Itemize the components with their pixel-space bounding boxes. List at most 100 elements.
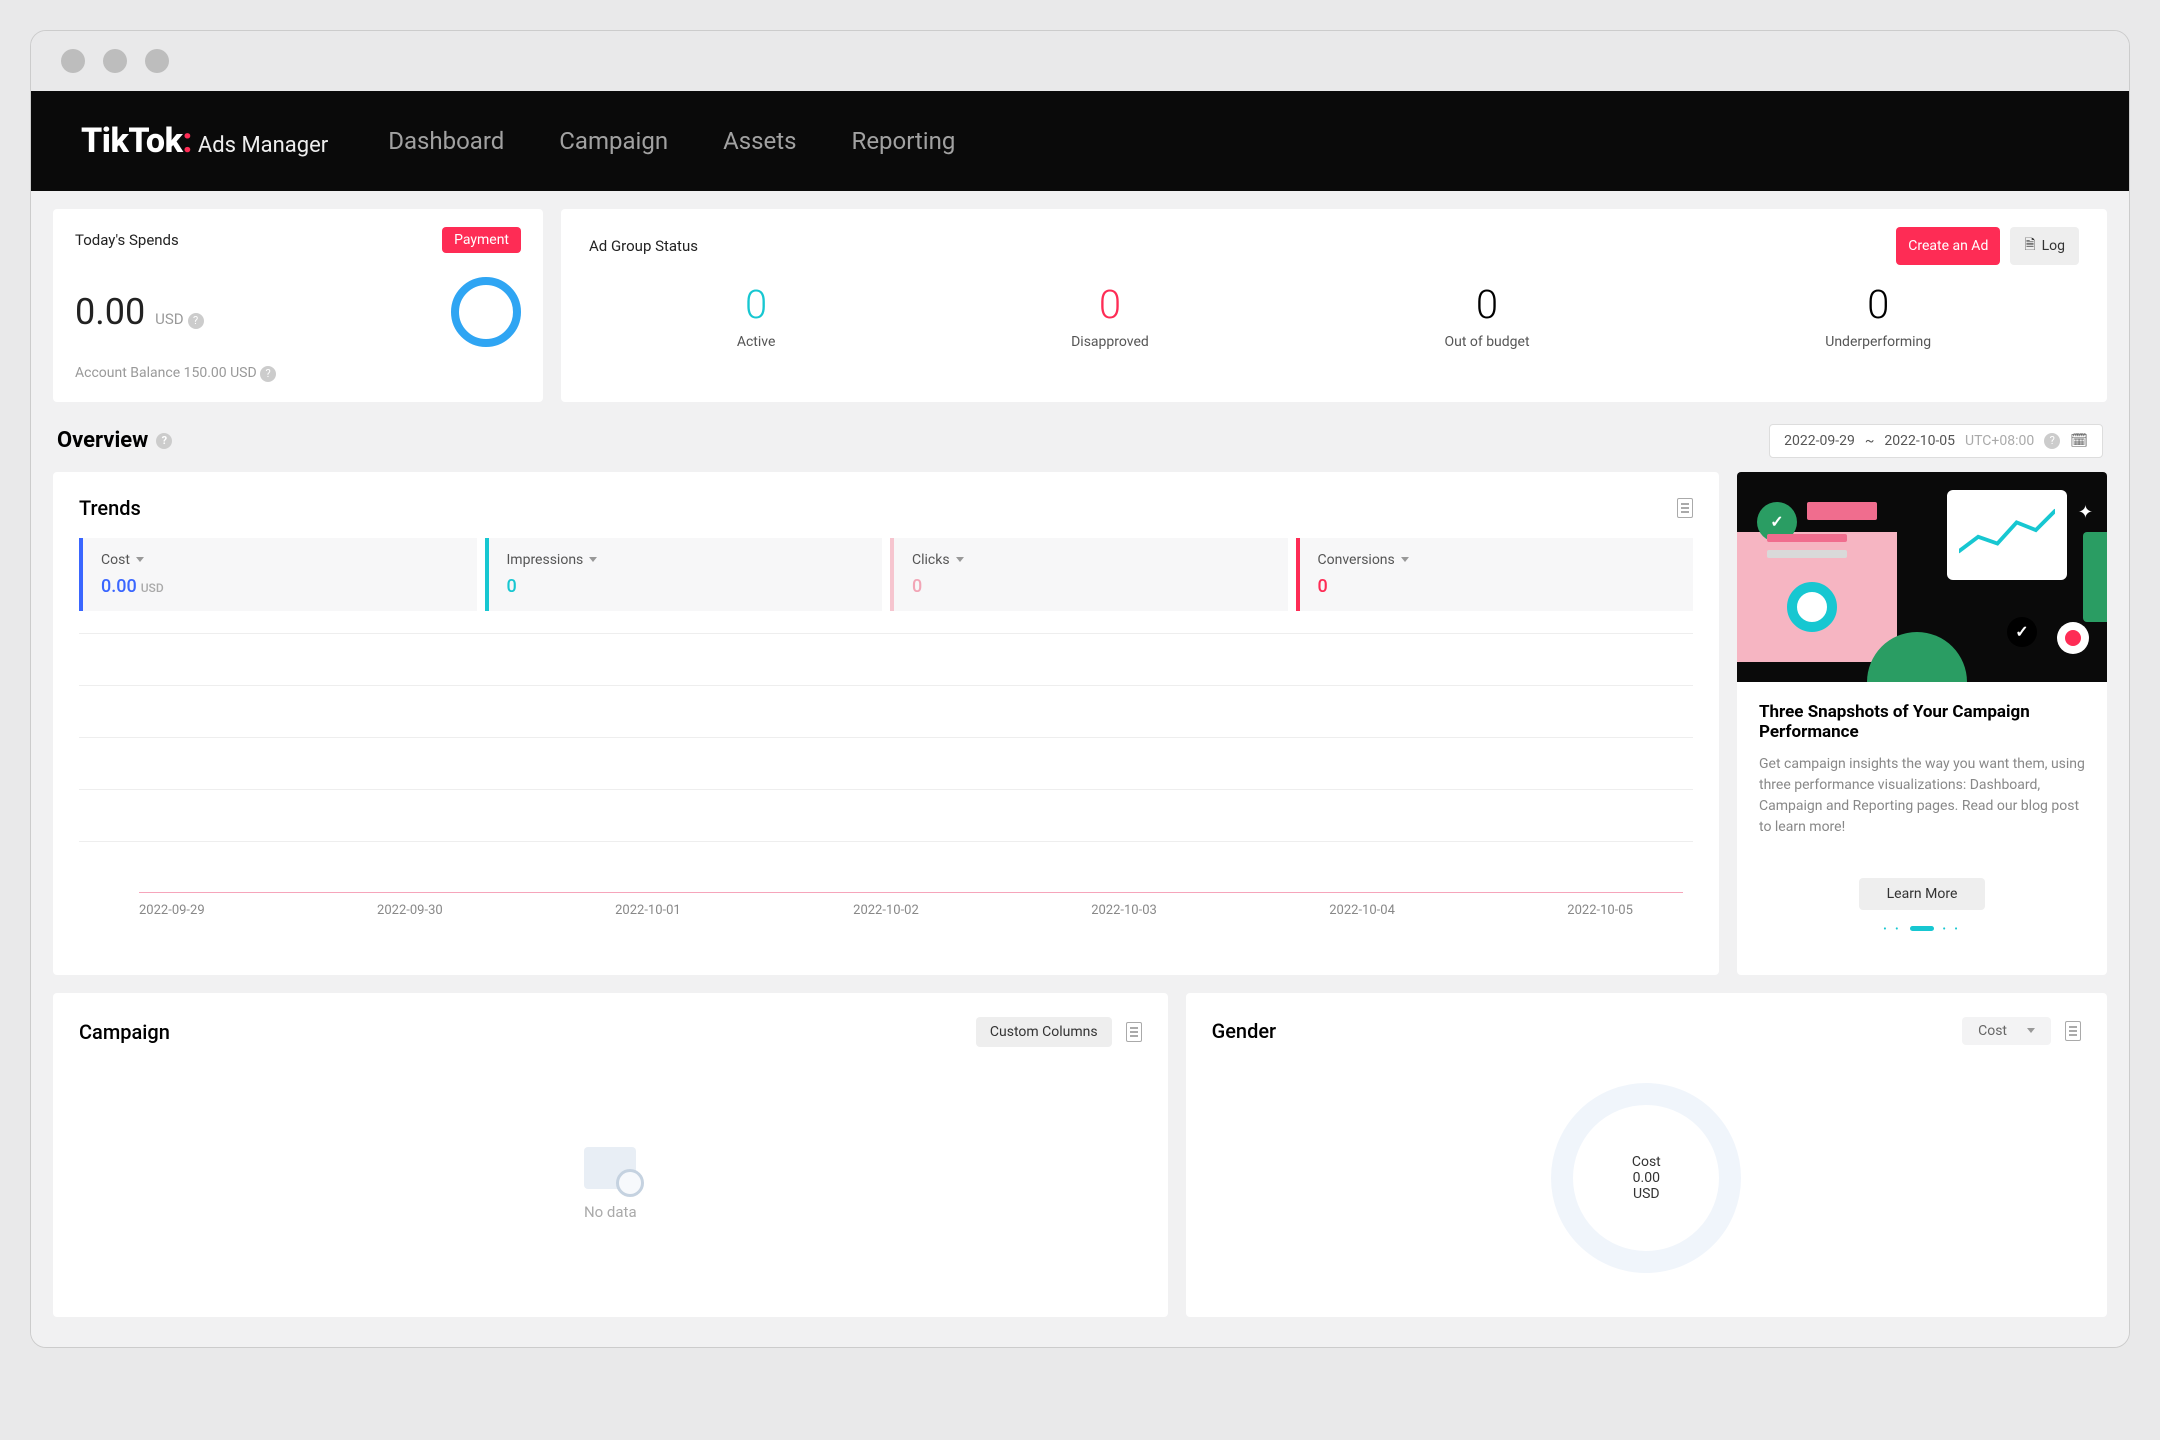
donut-label: Cost (1632, 1154, 1661, 1170)
tile-label: Conversions (1318, 552, 1395, 568)
tile-value: 0 (507, 576, 517, 597)
spend-card: Today's Spends Payment 0.00 USD ? Accoun… (53, 209, 543, 402)
overview-title: Overview ? (57, 428, 172, 453)
trends-card: Trends Cost 0.00USD Impressions 0 (53, 472, 1719, 975)
donut-value: 0.00 (1633, 1170, 1660, 1186)
trends-x-axis: 2022-09-29 2022-09-30 2022-10-01 2022-10… (79, 893, 1693, 918)
window-control-dot[interactable] (145, 49, 169, 73)
status-card: Ad Group Status Create an Ad 🗎Log 0 Acti… (561, 209, 2107, 402)
tile-value: 0 (1318, 576, 1328, 597)
chevron-down-icon (1401, 557, 1409, 562)
date-to: 2022-10-05 (1884, 433, 1955, 449)
metric-value: 0 (1071, 281, 1149, 328)
help-icon: ? (2044, 433, 2060, 449)
spend-title: Today's Spends (75, 231, 179, 249)
nodata-label: No data (79, 1203, 1142, 1221)
trends-chart (79, 633, 1693, 893)
tile-impressions[interactable]: Impressions 0 (485, 538, 883, 611)
date-from: 2022-09-29 (1784, 433, 1855, 449)
chevron-down-icon (136, 557, 144, 562)
spend-ring-chart (451, 277, 521, 347)
metric-underperforming[interactable]: 0 Underperforming (1825, 281, 1931, 350)
empty-search-icon (584, 1147, 636, 1189)
carousel-dots[interactable]: • • • • (1759, 924, 2085, 935)
status-title: Ad Group Status (589, 237, 698, 255)
gender-title: Gender (1212, 1019, 1277, 1043)
donut-currency: USD (1633, 1186, 1660, 1202)
learn-more-button[interactable]: Learn More (1859, 878, 1986, 910)
tile-label: Clicks (912, 552, 950, 568)
nav-items: Dashboard Campaign Assets Reporting (388, 127, 955, 155)
tile-value: 0.00 (101, 576, 137, 597)
metric-label: Active (737, 334, 776, 350)
promo-title: Three Snapshots of Your Campaign Perform… (1759, 702, 2085, 742)
gender-metric-dropdown[interactable]: Cost (1962, 1017, 2051, 1045)
window-control-dot[interactable] (61, 49, 85, 73)
promo-text: Get campaign insights the way you want t… (1759, 754, 2085, 838)
tile-conversions[interactable]: Conversions 0 (1296, 538, 1694, 611)
metric-label: Disapproved (1071, 334, 1149, 350)
window-control-dot[interactable] (103, 49, 127, 73)
x-tick: 2022-09-30 (377, 903, 443, 918)
export-icon[interactable] (2065, 1021, 2081, 1041)
metric-disapproved[interactable]: 0 Disapproved (1071, 281, 1149, 350)
chevron-down-icon (2027, 1028, 2035, 1033)
brand-sub: Ads Manager (198, 133, 328, 158)
export-icon[interactable] (1126, 1022, 1142, 1042)
metric-active[interactable]: 0 Active (737, 281, 776, 350)
campaign-title: Campaign (79, 1020, 170, 1044)
brand-name: TikTok: (81, 121, 192, 161)
calendar-icon: 🗓 (2070, 433, 2088, 449)
x-tick: 2022-10-02 (853, 903, 919, 918)
nav-campaign[interactable]: Campaign (559, 127, 668, 155)
promo-card: ✓ ✦ ✓ Thre (1737, 472, 2107, 975)
metric-value: 0 (1825, 281, 1931, 328)
tile-value: 0 (912, 576, 922, 597)
nav-assets[interactable]: Assets (723, 127, 796, 155)
nav-reporting[interactable]: Reporting (852, 127, 956, 155)
spend-currency: USD (155, 310, 183, 328)
spend-amount-wrap: 0.00 USD ? (75, 291, 204, 333)
top-cards-row: Today's Spends Payment 0.00 USD ? Accoun… (53, 209, 2107, 402)
custom-columns-button[interactable]: Custom Columns (976, 1017, 1112, 1047)
browser-window: TikTok: Ads Manager Dashboard Campaign A… (30, 30, 2130, 1348)
chevron-down-icon (956, 557, 964, 562)
metric-label: Underperforming (1825, 334, 1931, 350)
x-tick: 2022-10-05 (1567, 903, 1633, 918)
create-ad-button[interactable]: Create an Ad (1896, 227, 2000, 265)
x-tick: 2022-10-01 (615, 903, 681, 918)
metric-out-of-budget[interactable]: 0 Out of budget (1444, 281, 1529, 350)
window-titlebar (31, 31, 2129, 91)
promo-illustration: ✓ ✦ ✓ (1737, 472, 2107, 682)
x-tick: 2022-10-03 (1091, 903, 1157, 918)
tile-clicks[interactable]: Clicks 0 (890, 538, 1288, 611)
document-icon: 🗎 (2024, 234, 2035, 258)
campaign-empty-state: No data (79, 1147, 1142, 1221)
tile-label: Impressions (507, 552, 584, 568)
export-icon[interactable] (1677, 498, 1693, 518)
payment-button[interactable]: Payment (442, 227, 521, 253)
tile-label: Cost (101, 552, 130, 568)
help-icon[interactable]: ? (156, 433, 172, 449)
content: Today's Spends Payment 0.00 USD ? Accoun… (31, 191, 2129, 1347)
tile-cost[interactable]: Cost 0.00USD (79, 538, 477, 611)
app-root: TikTok: Ads Manager Dashboard Campaign A… (31, 91, 2129, 1347)
account-balance: Account Balance 150.00 USD ? (75, 365, 521, 382)
metric-value: 0 (1444, 281, 1529, 328)
brand-logo: TikTok: Ads Manager (81, 121, 328, 161)
gender-card: Gender Cost Cost 0.00 USD (1186, 993, 2107, 1317)
x-tick: 2022-10-04 (1329, 903, 1395, 918)
gender-donut-chart: Cost 0.00 USD (1212, 1063, 2081, 1293)
metric-label: Out of budget (1444, 334, 1529, 350)
trends-title: Trends (79, 496, 141, 520)
campaign-card: Campaign Custom Columns No data (53, 993, 1168, 1317)
spend-amount: 0.00 (75, 291, 145, 333)
date-range-picker[interactable]: 2022-09-29 ~ 2022-10-05 UTC+08:00 ? 🗓 (1769, 424, 2103, 458)
x-tick: 2022-09-29 (139, 903, 205, 918)
log-button[interactable]: 🗎Log (2010, 227, 2079, 265)
overview-header: Overview ? 2022-09-29 ~ 2022-10-05 UTC+0… (53, 424, 2107, 458)
help-icon[interactable]: ? (188, 313, 204, 329)
nav-dashboard[interactable]: Dashboard (388, 127, 504, 155)
top-nav: TikTok: Ads Manager Dashboard Campaign A… (31, 91, 2129, 191)
help-icon[interactable]: ? (260, 366, 276, 382)
